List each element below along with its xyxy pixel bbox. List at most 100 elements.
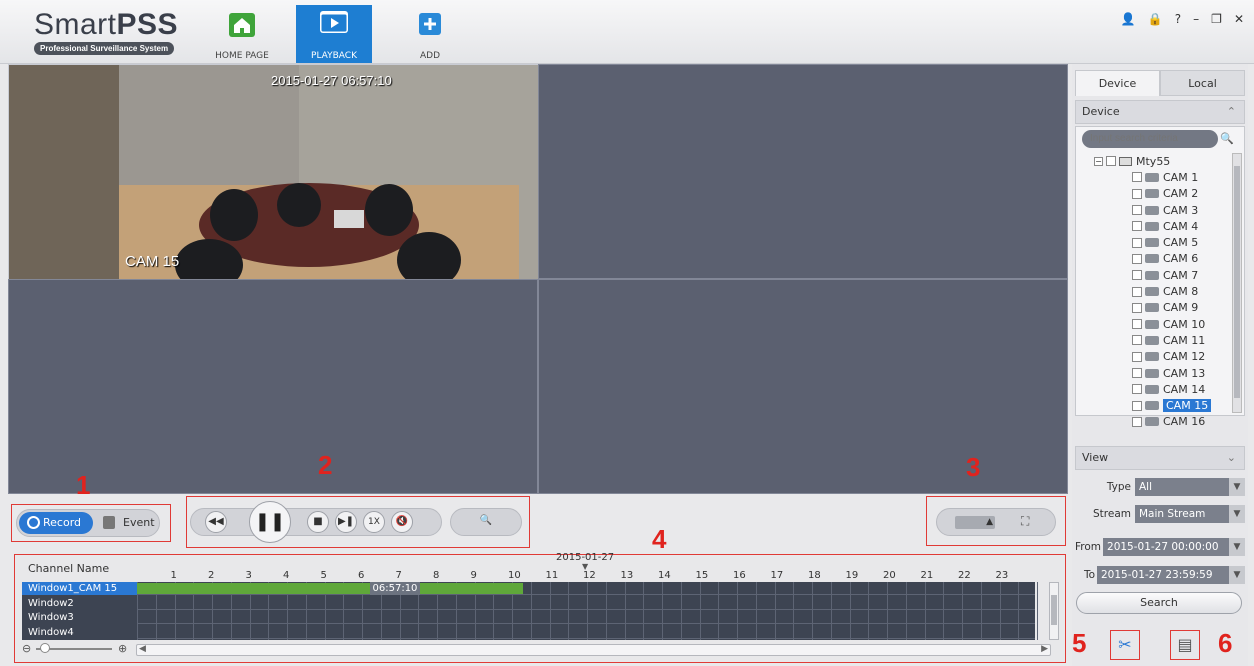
tree-scrollbar[interactable] [1232,153,1242,413]
clip-scissors-icon[interactable]: ✂ [1110,630,1140,660]
nav-playback[interactable]: PLAYBACK [296,5,372,63]
tree-camera-row[interactable]: CAM 13 [1082,365,1232,381]
tab-device[interactable]: Device [1075,70,1160,96]
record-label: Record [43,516,82,529]
camera-checkbox[interactable] [1132,351,1142,362]
timeline-grid[interactable]: Window1_CAM 15 Window2 Window3 Window4 06:57… [22,582,1038,640]
tree-device-row[interactable]: − Mty55 [1082,153,1232,169]
camera-checkbox[interactable] [1132,416,1142,427]
step-forward-icon[interactable]: ▶❚ [335,511,357,533]
timeline-grid-line [1037,582,1038,640]
camera-checkbox[interactable] [1132,237,1142,248]
tree-camera-row[interactable]: CAM 15 [1082,397,1232,413]
video-window-4[interactable] [538,279,1068,494]
channel-name: Window1_CAM 15 [22,582,137,595]
video-window-3[interactable] [8,279,538,494]
tree-camera-row[interactable]: CAM 14 [1082,381,1232,397]
camera-checkbox[interactable] [1132,253,1142,264]
camera-checkbox[interactable] [1132,270,1142,281]
split-layout-icon[interactable]: ▲ [955,516,995,529]
camera-name: CAM 10 [1163,317,1206,331]
minimize-icon[interactable]: – [1193,12,1199,26]
device-search-input[interactable] [1082,130,1218,148]
tab-local[interactable]: Local [1160,70,1245,96]
event-toggle-button[interactable]: Event [123,516,155,529]
camera-checkbox[interactable] [1132,335,1142,346]
lock-icon[interactable]: 🔒 [1148,12,1163,26]
camera-checkbox[interactable] [1132,188,1142,199]
annotation-4: 4 [652,524,667,554]
camera-checkbox[interactable] [1132,368,1142,378]
camera-checkbox[interactable] [1132,205,1142,216]
device-checkbox[interactable] [1106,156,1116,167]
search-icon[interactable]: 🔍 [1217,129,1237,149]
type-select[interactable]: All ▼ [1135,478,1245,496]
reverse-play-icon[interactable]: ◀◀ [205,511,227,533]
export-icon[interactable]: ▤ [1170,630,1200,660]
video-window-1[interactable]: 2015-01-27 06:57:10 CAM 15 [8,64,539,279]
record-toggle-button[interactable]: Record [19,512,93,534]
zoom-slider[interactable] [36,643,112,653]
hour-tick-label: 1 [170,570,177,581]
home-icon [229,13,255,37]
hour-tick-label: 8 [433,570,440,581]
tree-camera-row[interactable]: CAM 10 [1082,316,1232,332]
tree-camera-row[interactable]: CAM 4 [1082,218,1232,234]
annotation-6: 6 [1218,628,1233,658]
zoom-in-icon[interactable]: ⊕ [118,642,127,655]
help-icon[interactable]: ? [1175,12,1181,26]
fullscreen-icon[interactable]: ⛶ [1021,514,1029,529]
camera-checkbox[interactable] [1132,302,1142,313]
top-bar: SmartPSS Professional Surveillance Syste… [0,0,1254,64]
tree-camera-row[interactable]: CAM 6 [1082,251,1232,267]
view-section-header[interactable]: View ⌄ [1075,446,1245,470]
timeline-grid-line [943,582,945,640]
camera-checkbox[interactable] [1132,384,1142,395]
digital-zoom-icon[interactable]: 🔍 [475,511,497,533]
camera-icon [1145,319,1159,329]
tree-camera-row[interactable]: CAM 1 [1082,169,1232,185]
to-datetime-input[interactable]: 2015-01-27 23:59:59 ▼ [1097,566,1245,584]
tree-camera-row[interactable]: CAM 7 [1082,267,1232,283]
nav-add[interactable]: ADD [392,5,468,63]
close-icon[interactable]: ✕ [1234,12,1244,26]
stop-icon[interactable]: ■ [307,511,329,533]
collapse-icon[interactable]: − [1094,156,1103,166]
zoom-out-icon[interactable]: ⊖ [22,642,31,655]
camera-checkbox[interactable] [1132,319,1142,330]
hour-tick-label: 18 [808,570,821,581]
tree-camera-row[interactable]: CAM 5 [1082,234,1232,250]
device-section-header[interactable]: Device ⌃ [1075,100,1245,124]
tree-camera-row[interactable]: CAM 3 [1082,202,1232,218]
video-window-2[interactable] [538,64,1068,279]
camera-checkbox[interactable] [1132,400,1142,411]
timeline-hscroll[interactable]: ◀ ▶ [136,644,1051,656]
tree-camera-row[interactable]: CAM 12 [1082,349,1232,365]
camera-name: CAM 3 [1163,203,1199,217]
camera-checkbox[interactable] [1132,172,1142,183]
recording-segment[interactable] [137,583,524,594]
stream-select[interactable]: Main Stream ▼ [1135,505,1245,523]
tree-camera-row[interactable]: CAM 8 [1082,283,1232,299]
hour-tick-label: 16 [733,570,746,581]
video-camera-label: CAM 15 [125,253,180,270]
timeline-vscroll[interactable] [1049,582,1059,640]
timeline-grid-line [830,582,832,640]
mute-icon[interactable]: 🔇 [391,511,413,533]
camera-checkbox[interactable] [1132,221,1142,232]
tree-camera-row[interactable]: CAM 11 [1082,332,1232,348]
user-icon[interactable]: 👤 [1121,12,1136,26]
tree-camera-row[interactable]: CAM 2 [1082,186,1232,202]
timeline-grid-line [868,582,870,640]
tree-camera-row[interactable]: CAM 9 [1082,300,1232,316]
pause-button[interactable]: ❚❚ [249,501,291,543]
camera-checkbox[interactable] [1132,286,1142,297]
search-button[interactable]: Search [1076,592,1242,614]
playback-control-bar: 1 Record Event 2 ◀◀ ❚❚ ■ ▶❚ 1X 🔇 🔍 3 ▲ ⛶ [8,450,1068,552]
restore-icon[interactable]: ❐ [1211,12,1222,26]
tree-camera-row[interactable]: CAM 16 [1082,414,1232,430]
nav-home-page[interactable]: HOME PAGE [204,5,280,63]
speed-button[interactable]: 1X [363,511,385,533]
camera-icon [1145,254,1159,264]
from-datetime-input[interactable]: 2015-01-27 00:00:00 ▼ [1103,538,1245,556]
